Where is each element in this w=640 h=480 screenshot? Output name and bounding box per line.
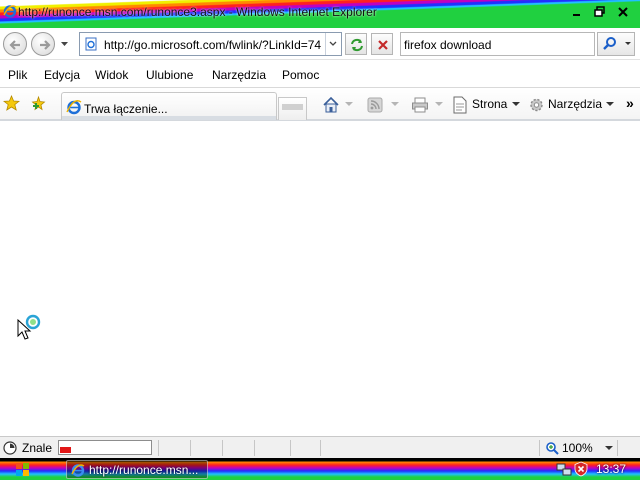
- page-load-progress: [58, 440, 152, 455]
- stop-icon: [378, 40, 388, 50]
- add-favorite-icon[interactable]: [30, 95, 47, 112]
- tab-bar: Trwa łączenie... Strona Narzędzia »: [0, 89, 640, 121]
- status-divider: [539, 440, 540, 456]
- busy-cursor-icon: [17, 314, 41, 340]
- status-divider: [254, 440, 255, 456]
- refresh-icon: [351, 38, 363, 52]
- page-menu-label[interactable]: Strona: [472, 97, 507, 111]
- printer-icon[interactable]: [411, 96, 429, 114]
- taskbar-button-label: http://runonce.msn...: [89, 463, 199, 477]
- status-divider: [222, 440, 223, 456]
- search-options-chevron-icon[interactable]: [623, 35, 633, 53]
- taskbar: http://runonce.msn... 13:37: [0, 458, 640, 480]
- menu-favorites[interactable]: Ulubione: [146, 68, 193, 82]
- menu-bar: Plik Edycja Widok Ulubione Narzędzia Pom…: [0, 61, 640, 88]
- new-tab-button[interactable]: [278, 97, 307, 120]
- tools-menu-label[interactable]: Narzędzia: [548, 97, 602, 111]
- tab-loading[interactable]: Trwa łączenie...: [61, 92, 277, 120]
- close-icon: [618, 7, 628, 17]
- page-menu-icon[interactable]: [452, 96, 468, 114]
- status-divider: [617, 440, 618, 456]
- back-arrow-icon: [9, 40, 20, 50]
- page-icon: [85, 37, 97, 51]
- search-query: firefox download: [404, 38, 492, 52]
- print-dropdown-icon[interactable]: [435, 102, 443, 106]
- search-icon: [603, 37, 616, 50]
- taskbar-clock: 13:37: [596, 462, 627, 476]
- status-divider: [320, 440, 321, 456]
- refresh-button[interactable]: [345, 33, 367, 55]
- tab-underline: [62, 116, 276, 120]
- ie-logo-icon: [71, 464, 85, 477]
- home-dropdown-icon[interactable]: [345, 102, 353, 106]
- restore-button[interactable]: [593, 6, 607, 18]
- restore-icon: [594, 6, 605, 17]
- page-content[interactable]: [0, 123, 640, 436]
- forward-button[interactable]: [31, 32, 55, 56]
- search-input[interactable]: firefox download: [400, 32, 595, 56]
- menu-edit[interactable]: Edycja: [44, 68, 80, 82]
- address-toolbar: http://go.microsoft.com/fwlink/?LinkId=7…: [0, 28, 640, 60]
- menu-help[interactable]: Pomoc: [282, 68, 319, 82]
- status-divider: [158, 440, 159, 456]
- menu-tools[interactable]: Narzędzia: [212, 68, 266, 82]
- more-commands-chevron-icon[interactable]: »: [626, 95, 634, 111]
- stop-button[interactable]: [371, 33, 393, 55]
- address-dropdown[interactable]: [325, 33, 341, 55]
- minimize-icon: [573, 14, 580, 16]
- taskbar-ie-window-button[interactable]: http://runonce.msn...: [66, 460, 208, 479]
- start-button-windows-logo-icon[interactable]: [8, 461, 38, 478]
- tools-menu-chevron-icon[interactable]: [606, 102, 614, 106]
- ie-page-icon: [66, 100, 82, 115]
- zoom-level[interactable]: 100%: [562, 441, 593, 455]
- address-url: http://go.microsoft.com/fwlink/?LinkId=7…: [104, 38, 322, 52]
- window-title: http://runonce.msn.com/runonce3.aspx - W…: [18, 5, 377, 19]
- chevron-down-icon: [329, 41, 337, 46]
- zoom-dropdown-icon[interactable]: [605, 446, 613, 450]
- status-divider: [290, 440, 291, 456]
- zoom-icon[interactable]: [545, 441, 559, 455]
- back-button[interactable]: [3, 32, 27, 56]
- rss-feed-icon[interactable]: [367, 96, 383, 114]
- screen: http://runonce.msn.com/runonce3.aspx - W…: [0, 0, 640, 480]
- address-field[interactable]: http://go.microsoft.com/fwlink/?LinkId=7…: [79, 32, 342, 56]
- menu-view[interactable]: Widok: [95, 68, 128, 82]
- close-window-button[interactable]: [616, 6, 630, 18]
- home-icon[interactable]: [322, 96, 340, 114]
- menu-file[interactable]: Plik: [8, 68, 27, 82]
- minimize-button[interactable]: [570, 6, 584, 18]
- recent-pages-dropdown[interactable]: [60, 40, 69, 48]
- new-tab-icon: [282, 104, 303, 110]
- status-bar: Znale 100%: [0, 436, 640, 458]
- favorites-star-icon[interactable]: [3, 95, 20, 112]
- status-text: Znale: [22, 441, 53, 455]
- feeds-dropdown-icon[interactable]: [391, 102, 399, 106]
- status-divider: [190, 440, 191, 456]
- ie-logo-icon: [3, 5, 17, 18]
- gear-icon[interactable]: [528, 96, 545, 114]
- loading-clock-icon: [3, 441, 17, 455]
- network-tray-icon[interactable]: [556, 461, 572, 477]
- title-bar: http://runonce.msn.com/runonce3.aspx - W…: [0, 0, 640, 28]
- search-button[interactable]: [597, 32, 635, 56]
- security-shield-tray-icon[interactable]: [573, 461, 589, 477]
- progress-fill: [60, 442, 71, 453]
- tab-title: Trwa łączenie...: [84, 102, 168, 116]
- forward-arrow-icon: [40, 40, 51, 50]
- page-menu-chevron-icon[interactable]: [512, 102, 520, 106]
